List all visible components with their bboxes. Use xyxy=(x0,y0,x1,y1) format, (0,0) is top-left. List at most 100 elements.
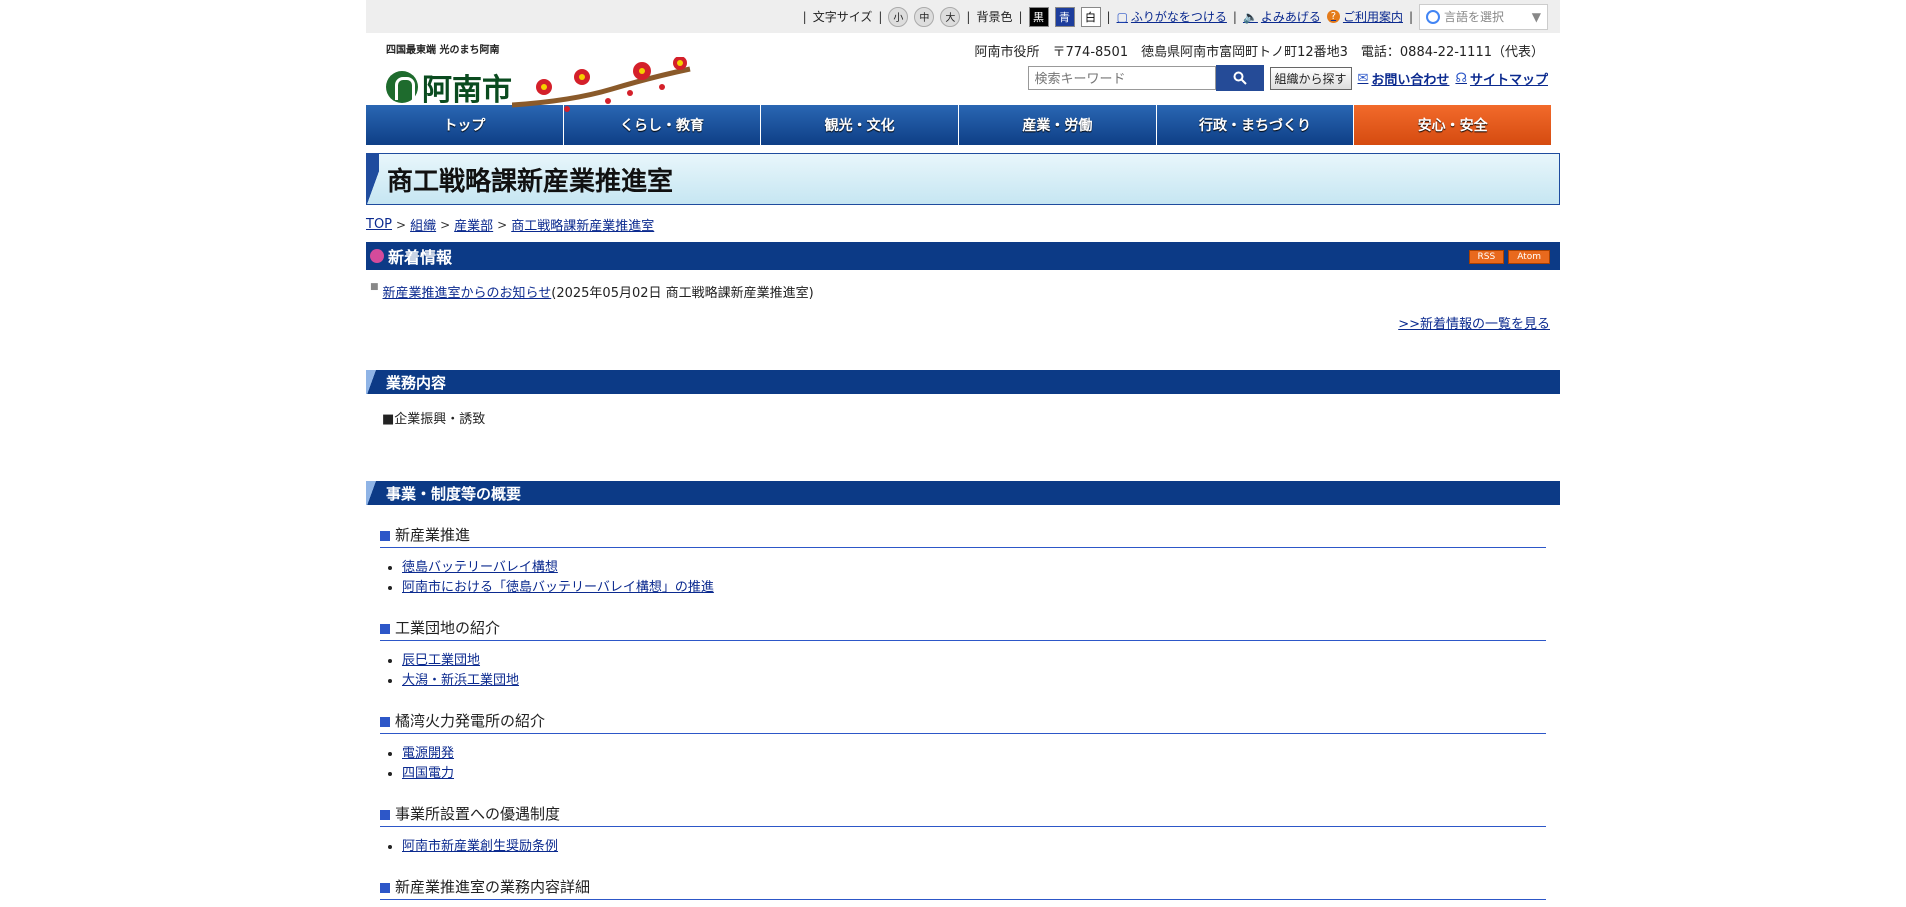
font-small-button[interactable]: 小 xyxy=(888,6,909,27)
sitemap-link[interactable]: ☊ サイトマップ xyxy=(1455,69,1548,88)
breadcrumb-organization[interactable]: 組織 xyxy=(410,215,436,234)
search-input[interactable] xyxy=(1027,66,1216,90)
subsection-title: 事業所設置への優遇制度 xyxy=(395,805,561,823)
read-aloud-link[interactable]: 🔈 よみあげる xyxy=(1243,8,1321,25)
link-battery-valley-promotion[interactable]: 阿南市における「徳島バッテリーバレイ構想」の推進 xyxy=(402,580,714,595)
guide-link[interactable]: ? ご利用案内 xyxy=(1326,8,1403,25)
help-icon: ? xyxy=(1326,10,1340,23)
language-select-label: 言語を選択 xyxy=(1444,10,1505,24)
chevron-right-icon: > xyxy=(396,217,407,232)
nav-safety[interactable]: 安心・安全 xyxy=(1354,105,1553,145)
contact-link[interactable]: ✉ お問い合わせ xyxy=(1358,69,1450,88)
breadcrumb-industry-dept[interactable]: 産業部 xyxy=(454,215,493,234)
list-item: 阿南市新産業創生奨励条例 xyxy=(402,837,1560,857)
google-icon xyxy=(1426,9,1440,24)
utility-bar: | 文字サイズ | 小 中 大 | 背景色 | 黒 青 白 | ▢ ふりがなをつ… xyxy=(366,0,1560,33)
link-tatsumi-industrial-park[interactable]: 辰巳工業団地 xyxy=(402,653,480,668)
sitemap-icon: ☊ xyxy=(1455,70,1467,86)
subsection-header: 新産業推進 xyxy=(380,523,1546,548)
bg-blue-button[interactable]: 青 xyxy=(1054,6,1075,27)
font-medium-button[interactable]: 中 xyxy=(914,6,935,27)
link-jpower[interactable]: 電源開発 xyxy=(402,746,454,761)
subsection-title: 工業団地の紹介 xyxy=(395,619,501,637)
site-logo[interactable]: 四国最東端 光のまち阿南 阿南市 xyxy=(386,41,706,112)
bg-color-label: 背景色 xyxy=(976,10,1013,24)
news-header: 新着情報 RSS Atom xyxy=(366,242,1560,270)
font-large-button[interactable]: 大 xyxy=(940,6,961,27)
square-bullet-icon xyxy=(380,717,390,727)
dropdown-arrow-icon: ▼ xyxy=(1531,9,1541,24)
language-select[interactable]: 言語を選択 ▼ xyxy=(1419,3,1548,30)
header-stripe xyxy=(366,481,382,505)
business-header: 業務内容 xyxy=(366,370,1560,394)
business-text: ■企業振興・誘致 xyxy=(382,412,486,427)
subsection-header: 事業所設置への優遇制度 xyxy=(380,802,1546,827)
page-title: 商工戦略課新産業推進室 xyxy=(387,166,674,197)
news-item-bullet: ■ xyxy=(370,282,379,292)
overview-heading: 事業・制度等の概要 xyxy=(386,484,522,503)
speaker-icon: 🔈 xyxy=(1242,9,1258,24)
link-ogata-shinhama-industrial-park[interactable]: 大潟・新浜工業団地 xyxy=(402,673,519,688)
square-bullet-icon xyxy=(380,531,390,541)
news-bullet-icon xyxy=(370,249,384,263)
rss-button[interactable]: RSS xyxy=(1468,250,1505,264)
atom-button[interactable]: Atom xyxy=(1508,250,1550,264)
list-item: 阿南市における「徳島バッテリーバレイ構想」の推進 xyxy=(402,578,1560,598)
breadcrumb-current[interactable]: 商工戦略課新産業推進室 xyxy=(511,215,654,234)
read-aloud-label: よみあげる xyxy=(1260,10,1321,24)
chevron-right-icon: > xyxy=(440,217,451,232)
breadcrumb: TOP > 組織 > 産業部 > 商工戦略課新産業推進室 xyxy=(366,215,1560,234)
furigana-link[interactable]: ▢ ふりがなをつける xyxy=(1117,8,1227,25)
bg-white-button[interactable]: 白 xyxy=(1080,6,1101,27)
square-bullet-icon xyxy=(380,624,390,634)
org-search-button[interactable]: 組織から探す xyxy=(1269,66,1352,90)
header-stripe xyxy=(366,370,382,394)
link-list: 辰巳工業団地 大潟・新浜工業団地 xyxy=(366,651,1560,691)
link-incentive-ordinance[interactable]: 阿南市新産業創生奨励条例 xyxy=(402,839,558,854)
search-icon xyxy=(1233,71,1247,85)
office-address: 阿南市役所 〒774-8501 徳島県阿南市富岡町トノ町12番地3 電話：088… xyxy=(974,45,1545,60)
breadcrumb-top[interactable]: TOP xyxy=(366,217,392,232)
overview-header: 事業・制度等の概要 xyxy=(366,481,1560,505)
list-item: 辰巳工業団地 xyxy=(402,651,1560,671)
link-battery-valley[interactable]: 徳島バッテリーバレイ構想 xyxy=(402,560,558,575)
plum-blossom-illustration xyxy=(512,57,691,112)
sitemap-label: サイトマップ xyxy=(1469,72,1548,88)
feed-buttons: RSS Atom xyxy=(1468,250,1550,264)
nav-industry-labor[interactable]: 産業・労働 xyxy=(959,105,1157,145)
link-list: 電源開発 四国電力 xyxy=(366,744,1560,784)
news-list: ■ 新産業推進室からのお知らせ(2025年05月02日 商工戦略課新産業推進室) xyxy=(366,270,1560,301)
list-item: 大潟・新浜工業団地 xyxy=(402,671,1560,691)
page: | 文字サイズ | 小 中 大 | 背景色 | 黒 青 白 | ▢ ふりがなをつ… xyxy=(366,0,1560,907)
city-emblem-icon xyxy=(386,71,418,103)
list-item: 電源開発 xyxy=(402,744,1560,764)
nav-tourism-culture[interactable]: 観光・文化 xyxy=(761,105,960,145)
link-list: 阿南市新産業創生奨励条例 xyxy=(366,837,1560,857)
page-title-bar: 商工戦略課新産業推進室 xyxy=(366,153,1560,205)
business-heading: 業務内容 xyxy=(386,373,447,392)
search-button[interactable] xyxy=(1215,65,1264,91)
logo-text: 阿南市 xyxy=(422,73,512,108)
nav-administration[interactable]: 行政・まちづくり xyxy=(1156,105,1355,145)
news-more-link[interactable]: >>新着情報の一覧を見る xyxy=(1398,317,1550,332)
subsection-header: 橘湾火力発電所の紹介 xyxy=(380,709,1546,734)
square-bullet-icon xyxy=(380,810,390,820)
subsection-title: 新産業推進 xyxy=(395,526,471,544)
site-header: 四国最東端 光のまち阿南 阿南市 阿南市役所 〒774-8501 徳島県阿南市富… xyxy=(366,33,1560,112)
subsection-title: 新産業推進室の業務内容詳細 xyxy=(395,878,591,896)
link-yonden[interactable]: 四国電力 xyxy=(402,766,454,781)
search-row: 組織から探す ✉ お問い合わせ ☊ サイトマップ xyxy=(1027,65,1548,91)
square-bullet-icon xyxy=(380,883,390,893)
list-item: 徳島バッテリーバレイ構想 xyxy=(402,558,1560,578)
link-list: 徳島バッテリーバレイ構想 阿南市における「徳島バッテリーバレイ構想」の推進 xyxy=(366,558,1560,598)
chevron-right-icon: > xyxy=(497,217,508,232)
subsection-title: 橘湾火力発電所の紹介 xyxy=(395,712,546,730)
furigana-label: ふりがなをつける xyxy=(1130,10,1227,24)
contact-label: お問い合わせ xyxy=(1371,72,1450,88)
news-item-link[interactable]: 新産業推進室からのお知らせ xyxy=(383,286,552,301)
speech-bubble-icon: ▢ xyxy=(1116,9,1128,24)
mail-icon: ✉ xyxy=(1357,70,1369,86)
list-item: 四国電力 xyxy=(402,764,1560,784)
bg-black-button[interactable]: 黒 xyxy=(1028,6,1049,27)
font-size-label: 文字サイズ xyxy=(812,10,873,24)
